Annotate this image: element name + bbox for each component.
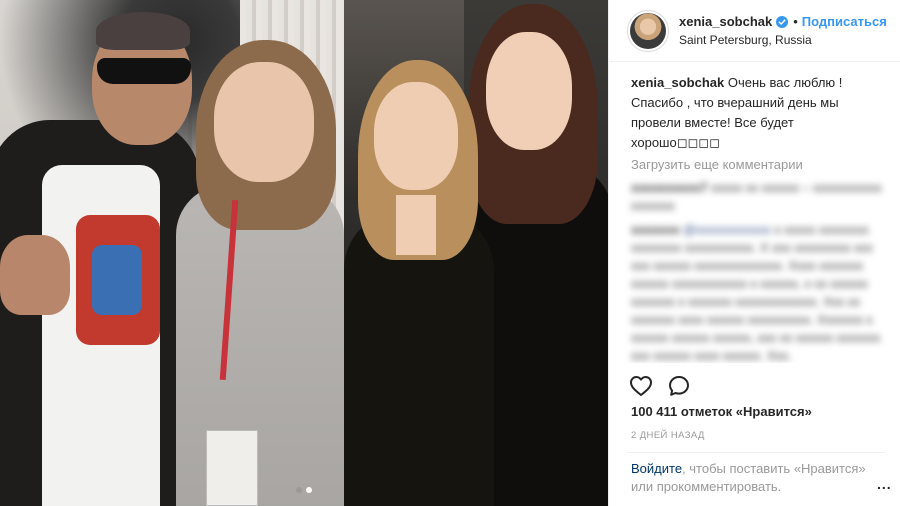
- comments-section: xenia_sobchak Очень вас люблю ! Спасибо …: [609, 63, 900, 363]
- header-text: xenia_sobchak • Подписаться Saint Peters…: [679, 13, 887, 48]
- post-caption: xenia_sobchak Очень вас люблю ! Спасибо …: [631, 73, 883, 153]
- caption-username[interactable]: xenia_sobchak: [631, 75, 724, 90]
- heart-icon[interactable]: [629, 374, 653, 398]
- login-prompt: Войдите, чтобы поставить «Нравится» или …: [631, 460, 881, 496]
- post-photo-left: [0, 0, 344, 506]
- person-woman-blonde-face: [374, 82, 458, 190]
- more-options-button[interactable]: ...: [877, 476, 892, 492]
- location-link[interactable]: Saint Petersburg, Russia: [679, 32, 887, 48]
- avatar-image: [630, 12, 666, 49]
- header-row: xenia_sobchak • Подписаться: [679, 13, 887, 30]
- post-photo-right: [344, 0, 608, 506]
- person-woman-blonde-neck: [396, 195, 436, 255]
- tshirt-print-detail: [92, 245, 142, 315]
- person-woman-face: [214, 62, 314, 182]
- person-man-hair: [96, 12, 190, 50]
- comment-icon[interactable]: [667, 374, 691, 398]
- post-actions: [629, 374, 691, 398]
- likes-count[interactable]: 100 411 отметок «Нравится»: [631, 404, 812, 419]
- post-photo-carousel[interactable]: [0, 0, 608, 506]
- post-header: xenia_sobchak • Подписаться Saint Peters…: [609, 0, 900, 62]
- person-woman-brunette-face: [486, 32, 572, 150]
- carousel-dot-active[interactable]: [306, 487, 312, 493]
- load-more-comments-button[interactable]: Загрузить еще комментарии: [631, 155, 883, 175]
- person-woman-suit: [176, 185, 344, 506]
- verified-badge-icon: [776, 15, 789, 28]
- blurred-comments: xxxxxxxxxx7 xxxxx xx xxxxxx – xxxxxxxxxx…: [631, 181, 882, 363]
- divider: [627, 452, 885, 453]
- carousel-indicator: [0, 487, 608, 497]
- post-sidebar: xenia_sobchak • Подписаться Saint Peters…: [608, 0, 900, 506]
- post-timestamp[interactable]: 2 ДНЕЙ НАЗАД: [631, 430, 705, 441]
- separator-bullet: •: [793, 14, 798, 29]
- username-link[interactable]: xenia_sobchak: [679, 13, 772, 30]
- carousel-dot[interactable]: [296, 487, 302, 493]
- person-man-hand: [0, 235, 70, 315]
- login-link[interactable]: Войдите: [631, 461, 682, 476]
- avatar[interactable]: [627, 9, 669, 52]
- follow-button[interactable]: Подписаться: [802, 13, 887, 30]
- sunglasses: [97, 58, 191, 84]
